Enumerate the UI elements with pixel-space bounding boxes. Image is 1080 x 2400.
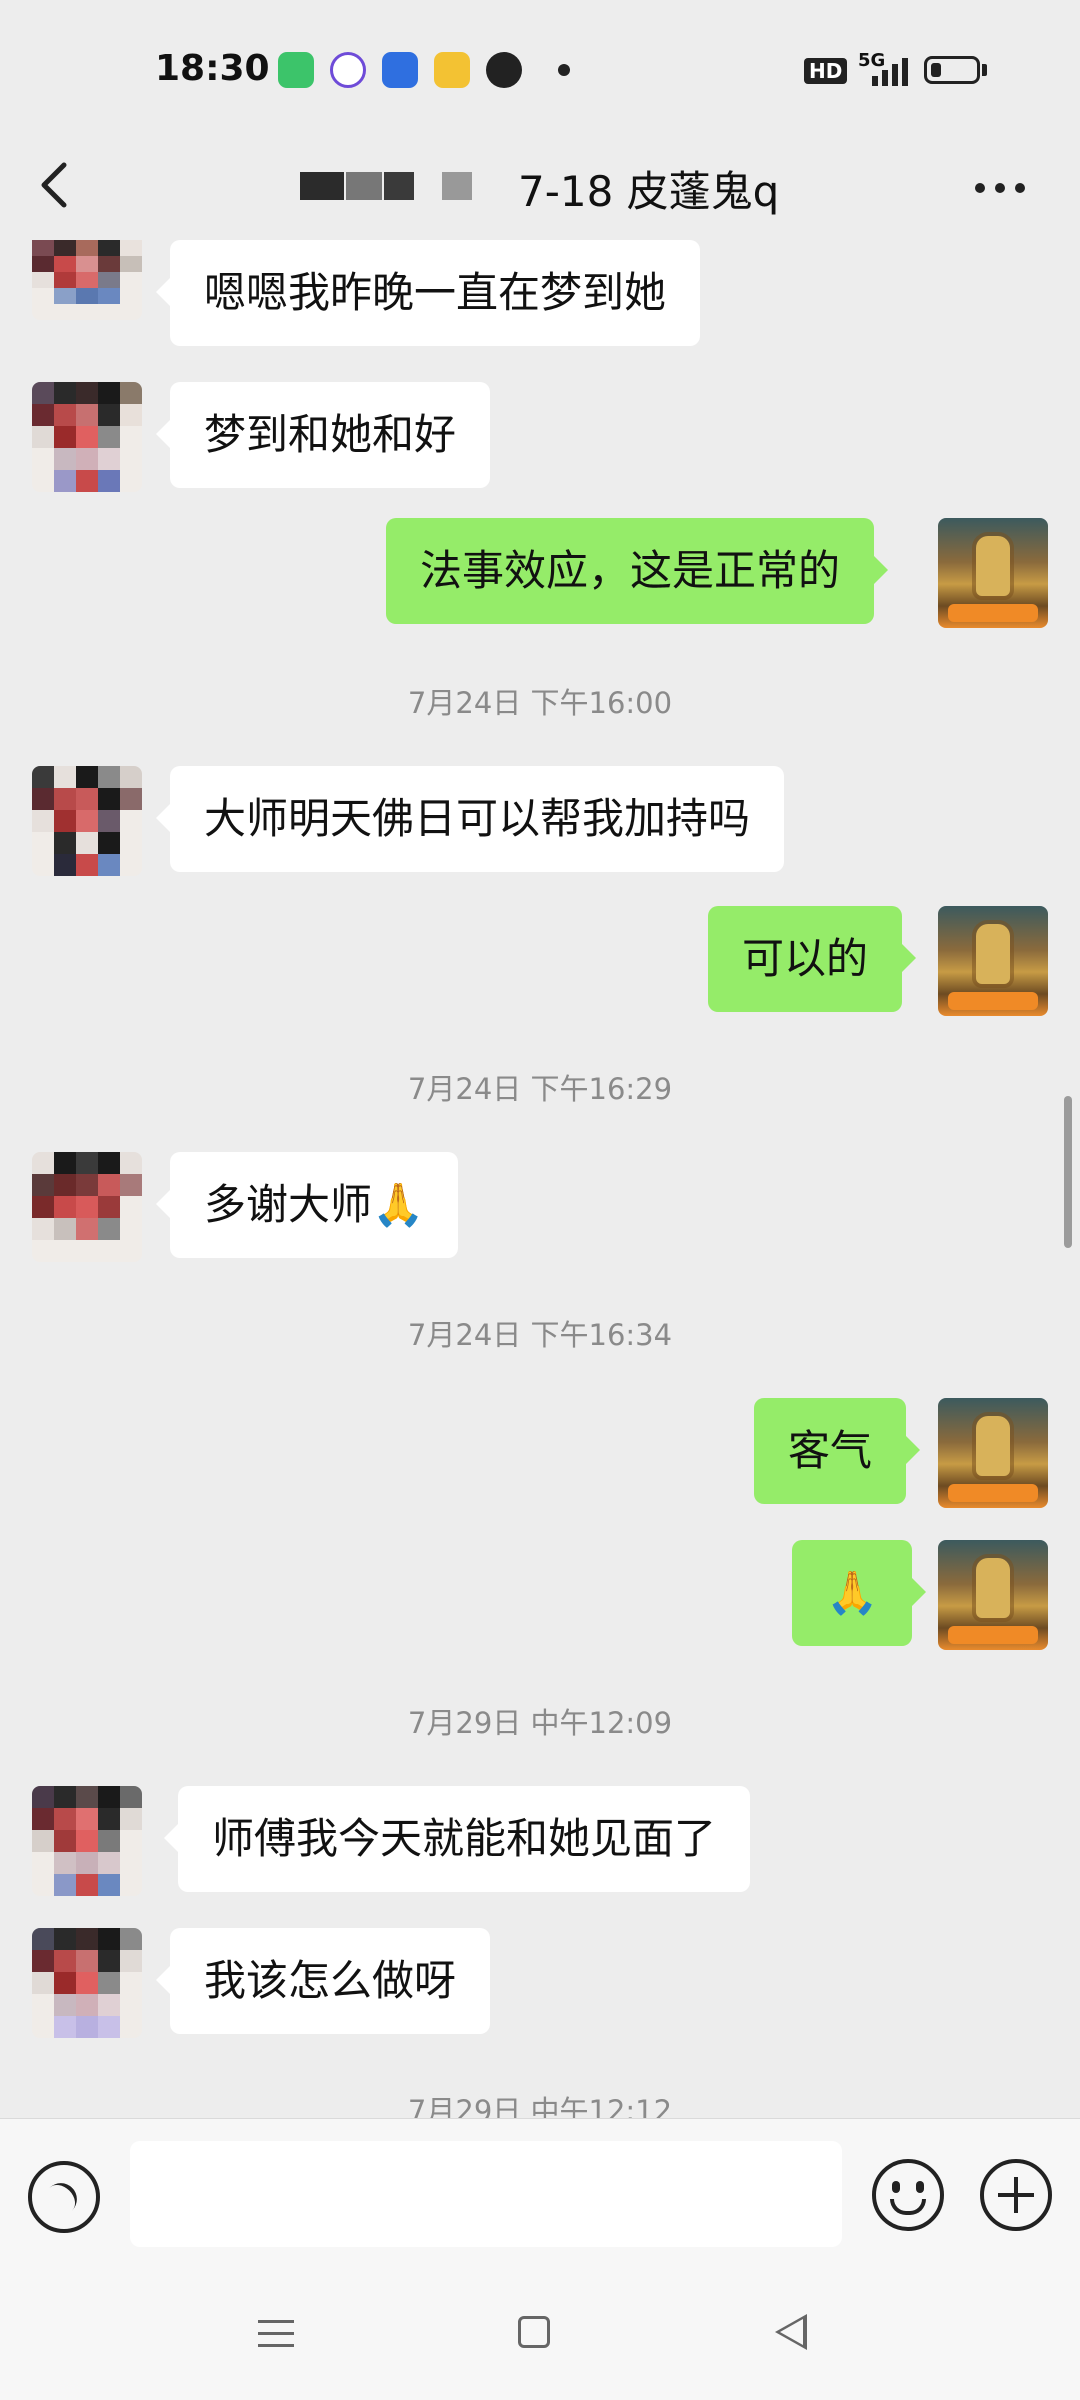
self-avatar[interactable] bbox=[938, 1398, 1048, 1508]
message-bubble-outgoing[interactable]: 客气 bbox=[754, 1398, 921, 1504]
self-avatar[interactable] bbox=[938, 906, 1048, 1016]
redacted-name bbox=[300, 172, 490, 200]
contact-avatar[interactable] bbox=[32, 1786, 142, 1896]
nav-home-icon[interactable] bbox=[518, 2316, 550, 2348]
status-time: 18:30 bbox=[155, 48, 270, 89]
message-bubble-incoming[interactable]: 我该怎么做呀 bbox=[155, 1928, 491, 2034]
chat-title: 7-18 皮蓬鬼q bbox=[518, 167, 780, 216]
contact-avatar[interactable] bbox=[32, 1152, 142, 1262]
battery-icon bbox=[924, 56, 980, 84]
message-bubble-outgoing[interactable]: 可以的 bbox=[708, 906, 917, 1012]
plus-icon[interactable] bbox=[980, 2159, 1052, 2231]
message-bubble-incoming[interactable]: 嗯嗯我昨晚一直在梦到她 bbox=[155, 240, 701, 346]
wechat-notification-icon bbox=[486, 52, 522, 88]
self-avatar[interactable] bbox=[938, 518, 1048, 628]
timestamp: 7月24日 下午16:29 bbox=[407, 1072, 673, 1106]
message-bubble-incoming[interactable]: 师傅我今天就能和她见面了 bbox=[163, 1786, 751, 1892]
message-bubble-incoming[interactable]: 大师明天佛日可以帮我加持吗 bbox=[155, 766, 785, 872]
contact-avatar[interactable] bbox=[32, 766, 142, 876]
input-bar bbox=[0, 2118, 1080, 2283]
message-bubble-incoming[interactable]: 多谢大师🙏 bbox=[155, 1152, 459, 1258]
contact-avatar[interactable] bbox=[32, 382, 142, 492]
contact-avatar[interactable] bbox=[32, 1928, 142, 2038]
signal-icon bbox=[870, 58, 910, 86]
app-notification-icon bbox=[330, 52, 366, 88]
message-bubble-outgoing[interactable]: 🙏 bbox=[792, 1540, 927, 1646]
emoji-icon[interactable] bbox=[872, 2159, 944, 2231]
timestamp: 7月24日 下午16:00 bbox=[407, 686, 673, 720]
status-bar: 18:30 HD 5G bbox=[0, 0, 1080, 140]
system-nav-bar bbox=[0, 2282, 1080, 2400]
self-avatar[interactable] bbox=[938, 1540, 1048, 1650]
scrollbar[interactable] bbox=[1064, 1096, 1072, 1248]
more-notifications-dot bbox=[558, 64, 570, 76]
contact-avatar[interactable] bbox=[32, 240, 142, 320]
nav-menu-icon[interactable] bbox=[258, 2318, 294, 2350]
app-notification-icon bbox=[278, 52, 314, 88]
back-arrow-icon[interactable] bbox=[30, 155, 90, 215]
battery-tip bbox=[982, 64, 987, 76]
timestamp: 7月29日 中午12:09 bbox=[407, 1706, 673, 1740]
message-bubble-incoming[interactable]: 梦到和她和好 bbox=[155, 382, 491, 488]
timestamp: 7月24日 下午16:34 bbox=[407, 1318, 673, 1352]
voice-input-icon[interactable] bbox=[28, 2161, 100, 2233]
nav-back-icon[interactable] bbox=[775, 2314, 807, 2350]
app-notification-icon bbox=[434, 52, 470, 88]
app-notification-icon bbox=[382, 52, 418, 88]
more-dots-icon[interactable] bbox=[975, 178, 1035, 198]
message-input[interactable] bbox=[130, 2141, 842, 2247]
message-bubble-outgoing[interactable]: 法事效应，这是正常的 bbox=[386, 518, 889, 624]
hd-indicator: HD bbox=[804, 58, 848, 84]
